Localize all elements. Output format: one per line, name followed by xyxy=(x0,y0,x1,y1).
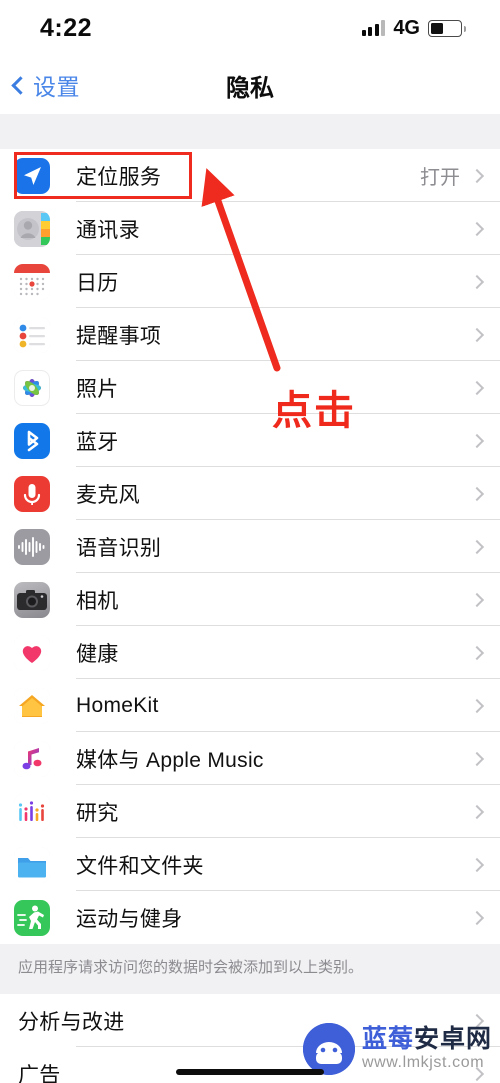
calendar-icon xyxy=(14,263,50,300)
chevron-right-icon xyxy=(469,380,485,395)
chevron-right-icon xyxy=(469,751,485,766)
privacy-row-10[interactable]: 健康 xyxy=(0,626,500,679)
photos-icon xyxy=(14,369,50,406)
row-label: 照片 xyxy=(76,377,119,401)
privacy-row-14[interactable]: 文件和文件夹 xyxy=(0,838,500,891)
back-button-label: 设置 xyxy=(33,74,80,100)
site-watermark: 蓝莓安卓网 www.lmkjst.com xyxy=(302,1023,492,1075)
row-label: HomeKit xyxy=(76,693,159,717)
files-icon xyxy=(14,846,50,883)
privacy-row-13[interactable]: 研究 xyxy=(0,785,500,838)
chevron-right-icon xyxy=(469,327,485,342)
row-value: 打开 xyxy=(420,167,460,189)
chevron-right-icon xyxy=(469,592,485,607)
chevron-right-icon xyxy=(469,486,485,501)
contacts-icon xyxy=(14,210,50,247)
chevron-right-icon xyxy=(469,539,485,554)
chevron-right-icon xyxy=(469,804,485,819)
watermark-brand-second: 安卓网 xyxy=(413,1025,492,1053)
homekit-icon xyxy=(14,687,50,724)
home-indicator[interactable] xyxy=(176,1069,324,1075)
chevron-right-icon xyxy=(469,168,485,183)
signal-bars-icon xyxy=(361,20,386,36)
row-label: 媒体与 Apple Music xyxy=(76,748,264,772)
privacy-row-8[interactable]: 语音识别 xyxy=(0,520,500,573)
row-label: 语音识别 xyxy=(76,536,162,560)
chevron-right-icon xyxy=(469,221,485,236)
row-label: 蓝牙 xyxy=(76,430,119,454)
privacy-row-11[interactable]: HomeKit xyxy=(0,679,500,732)
privacy-row-1[interactable]: 定位服务 打开 xyxy=(0,149,500,202)
privacy-row-7[interactable]: 麦克风 xyxy=(0,467,500,520)
watermark-url: www.lmkjst.com xyxy=(361,1054,485,1071)
privacy-row-5[interactable]: 照片 xyxy=(0,361,500,414)
chevron-right-icon xyxy=(469,698,485,713)
chevron-left-icon xyxy=(11,75,30,95)
privacy-row-4[interactable]: 提醒事项 xyxy=(0,308,500,361)
status-bar-indicators: 4G xyxy=(361,16,466,40)
camera-icon xyxy=(14,581,50,618)
status-bar: 4:22 4G xyxy=(0,0,500,56)
row-label: 定位服务 xyxy=(76,165,162,189)
network-type-label: 4G xyxy=(393,16,420,39)
fitness-icon xyxy=(14,899,50,936)
chevron-right-icon xyxy=(469,433,485,448)
android-mascot-icon xyxy=(302,1023,355,1075)
battery-fill xyxy=(431,22,443,34)
health-icon xyxy=(14,634,50,671)
speech-recognition-icon xyxy=(14,528,50,565)
microphone-icon xyxy=(14,475,50,512)
content-top-gap xyxy=(0,114,500,149)
row-label: 麦克风 xyxy=(76,483,140,507)
row-label: 健康 xyxy=(76,642,119,666)
apple-music-icon xyxy=(14,740,50,777)
privacy-row-15[interactable]: 运动与健身 xyxy=(0,891,500,944)
privacy-row-3[interactable]: 日历 xyxy=(0,255,500,308)
privacy-footer-note: 应用程序请求访问您的数据时会被添加到以上类别。 xyxy=(0,944,500,995)
row-label: 通讯录 xyxy=(76,218,140,242)
privacy-row-6[interactable]: 蓝牙 xyxy=(0,414,500,467)
iphone-screen: 4:22 4G 设置 隐私 定位服务 打开通讯录日历提醒事项照片蓝牙麦克风语音识别… xyxy=(0,0,500,1083)
row-label: 运动与健身 xyxy=(76,907,183,931)
row-label: 研究 xyxy=(76,801,119,825)
watermark-brand-first: 蓝莓 xyxy=(361,1025,414,1053)
privacy-row-2[interactable]: 通讯录 xyxy=(0,202,500,255)
row-label: 提醒事项 xyxy=(76,324,162,348)
chevron-right-icon xyxy=(469,645,485,660)
battery-icon xyxy=(428,19,466,37)
bluetooth-icon xyxy=(14,422,50,459)
privacy-row-9[interactable]: 相机 xyxy=(0,573,500,626)
status-bar-time: 4:22 xyxy=(40,13,93,42)
chevron-right-icon xyxy=(469,857,485,872)
location-services-icon xyxy=(14,157,50,194)
chevron-right-icon xyxy=(469,910,485,925)
privacy-list-group: 定位服务 打开通讯录日历提醒事项照片蓝牙麦克风语音识别相机健康 HomeKit 媒体与… xyxy=(0,149,500,944)
row-label: 日历 xyxy=(76,271,119,295)
watermark-text: 蓝莓安卓网 www.lmkjst.com xyxy=(362,1027,492,1071)
row-label: 文件和文件夹 xyxy=(76,854,204,878)
navigation-bar: 设置 隐私 xyxy=(0,56,500,114)
row-label: 相机 xyxy=(76,589,119,613)
reminders-icon xyxy=(14,316,50,353)
privacy-row-12[interactable]: 媒体与 Apple Music xyxy=(0,732,500,785)
watermark-brand: 蓝莓安卓网 xyxy=(362,1027,492,1052)
chevron-right-icon xyxy=(469,274,485,289)
settings-content: 定位服务 打开通讯录日历提醒事项照片蓝牙麦克风语音识别相机健康 HomeKit 媒体与… xyxy=(0,114,500,1083)
research-icon xyxy=(14,793,50,830)
back-button[interactable]: 设置 xyxy=(0,68,80,102)
